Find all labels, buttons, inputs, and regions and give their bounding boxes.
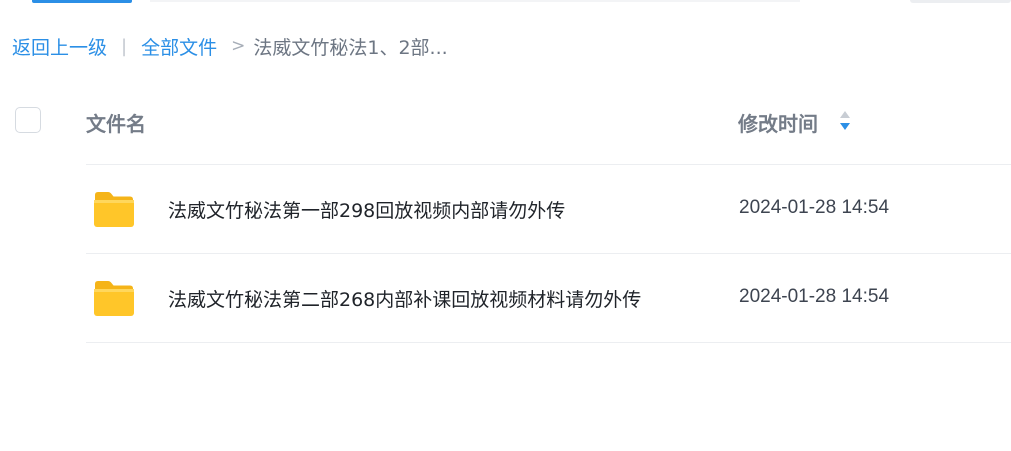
breadcrumb-separator: | — [121, 35, 128, 57]
top-right-control[interactable] — [910, 0, 1011, 3]
back-link[interactable]: 返回上一级 — [12, 33, 107, 60]
breadcrumb-arrow-icon: > — [231, 36, 246, 56]
file-browser: 返回上一级 | 全部文件 > 法威文竹秘法1、2部... 文件名 修改时间 法威… — [0, 0, 1011, 451]
current-folder-label: 法威文竹秘法1、2部... — [253, 36, 448, 59]
table-row[interactable]: 法威文竹秘法第一部298回放视频内部请勿外传 2024-01-28 14:54 — [86, 165, 1011, 253]
top-divider — [150, 0, 800, 2]
folder-icon — [94, 281, 134, 316]
all-files-link[interactable]: 全部文件 — [141, 33, 217, 60]
modified-time: 2024-01-28 14:54 — [739, 197, 890, 218]
sort-icon[interactable] — [838, 109, 852, 133]
breadcrumb: 返回上一级 | 全部文件 > 法威文竹秘法1、2部... — [12, 32, 448, 60]
active-tab-indicator — [32, 0, 132, 3]
table-row[interactable]: 法威文竹秘法第二部268内部补课回放视频材料请勿外传 2024-01-28 14… — [86, 254, 1011, 342]
file-name[interactable]: 法威文竹秘法第二部268内部补课回放视频材料请勿外传 — [168, 285, 641, 312]
row-divider — [86, 342, 1011, 343]
modified-time: 2024-01-28 14:54 — [739, 286, 890, 307]
column-header-name[interactable]: 文件名 — [86, 108, 146, 137]
column-header-modified-time[interactable]: 修改时间 — [738, 108, 818, 137]
select-all-checkbox[interactable] — [15, 107, 41, 133]
file-name[interactable]: 法威文竹秘法第一部298回放视频内部请勿外传 — [168, 196, 565, 223]
folder-icon — [94, 192, 134, 227]
